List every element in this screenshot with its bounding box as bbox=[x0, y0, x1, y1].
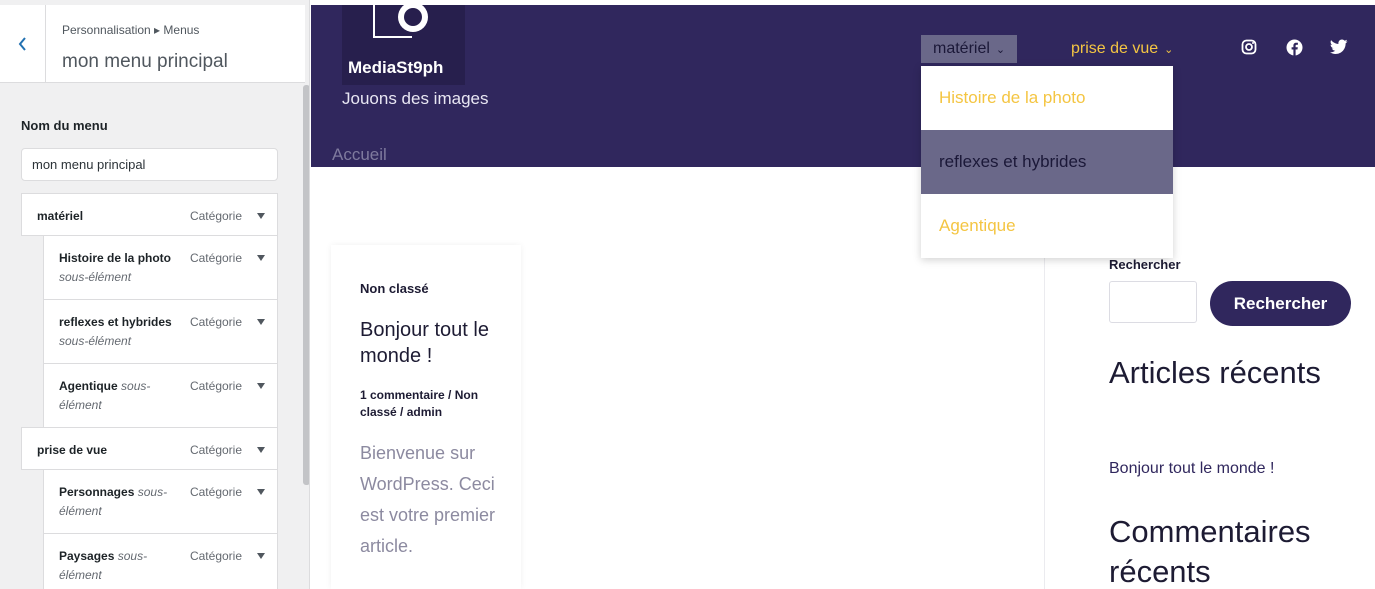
nav-item-materiel[interactable]: matériel ⌄ bbox=[921, 35, 1018, 63]
menu-item-title: Paysages bbox=[59, 549, 115, 563]
menu-item-title: matériel bbox=[37, 209, 84, 223]
submenu-item-reflexes[interactable]: reflexes et hybrides bbox=[921, 130, 1173, 194]
chevron-down-icon: ⌄ bbox=[1164, 43, 1174, 56]
caret-down-icon[interactable] bbox=[257, 319, 265, 325]
menu-item-title: prise de vue bbox=[37, 443, 108, 457]
menu-item-title: reflexes et hybrides bbox=[59, 315, 172, 329]
menu-item-title: Agentique bbox=[59, 379, 118, 393]
facebook-icon[interactable] bbox=[1286, 39, 1303, 56]
site-logo[interactable]: MediaSt9ph bbox=[342, 1, 465, 85]
menu-item-sub: sous-élément bbox=[59, 270, 132, 284]
search-input[interactable] bbox=[1109, 281, 1197, 323]
menu-item-histoire[interactable]: Histoire de la photo sous-élément Catégo… bbox=[43, 235, 278, 300]
menu-item-type: Catégorie bbox=[189, 379, 242, 393]
panel-title: mon menu principal bbox=[62, 51, 228, 72]
menu-item-type: Catégorie bbox=[189, 485, 242, 499]
camera-icon bbox=[373, 1, 428, 38]
menu-item-materiel[interactable]: matériel Catégorie bbox=[21, 193, 278, 236]
caret-down-icon[interactable] bbox=[257, 213, 265, 219]
menu-item-sub: sous-élément bbox=[59, 334, 132, 348]
site-header: MediaSt9ph Jouons des images Accueil mat… bbox=[311, 1, 1375, 167]
search-button[interactable]: Rechercher bbox=[1210, 281, 1351, 326]
site-tagline: Jouons des images bbox=[342, 89, 489, 108]
caret-down-icon[interactable] bbox=[257, 383, 265, 389]
menu-item-prise-de-vue[interactable]: prise de vue Catégorie bbox=[21, 427, 278, 470]
post-category[interactable]: Non classé bbox=[360, 281, 429, 296]
caret-down-icon[interactable] bbox=[257, 255, 265, 261]
post-title[interactable]: Bonjour tout le monde ! bbox=[360, 317, 510, 369]
menu-item-title: Histoire de la photo bbox=[59, 251, 172, 265]
sidebar-header: Personnalisation ▸ Menus mon menu princi… bbox=[0, 5, 305, 83]
instagram-icon[interactable] bbox=[1241, 39, 1257, 55]
caret-down-icon[interactable] bbox=[257, 489, 265, 495]
site-preview: MediaSt9ph Jouons des images Accueil mat… bbox=[311, 1, 1375, 589]
menu-item-type: Catégorie bbox=[189, 549, 242, 563]
recent-post-link[interactable]: Bonjour tout le monde ! bbox=[1109, 460, 1274, 478]
menu-item-personnages[interactable]: Personnages sous-élément Catégorie bbox=[43, 469, 278, 534]
caret-down-icon[interactable] bbox=[257, 447, 265, 453]
recent-comments-heading: Commentaires récents bbox=[1109, 514, 1311, 589]
chevron-left-icon bbox=[18, 37, 26, 51]
menu-item-paysages[interactable]: Paysages sous-élément Catégorie bbox=[43, 533, 278, 589]
nav-item-prise-de-vue[interactable]: prise de vue ⌄ bbox=[1071, 35, 1173, 63]
back-button[interactable] bbox=[0, 5, 46, 83]
post-meta: 1 commentaire / Non classé / admin bbox=[360, 388, 479, 419]
menu-item-type: Catégorie bbox=[189, 443, 242, 457]
submenu-dropdown: Histoire de la photo reflexes et hybride… bbox=[921, 66, 1173, 258]
site-title: MediaSt9ph bbox=[348, 58, 444, 77]
scrollbar[interactable] bbox=[303, 85, 309, 485]
twitter-icon[interactable] bbox=[1330, 39, 1348, 55]
submenu-item-agentique[interactable]: Agentique bbox=[921, 194, 1173, 258]
chevron-down-icon: ⌄ bbox=[995, 43, 1006, 56]
recent-posts-heading: Articles récents bbox=[1109, 355, 1321, 390]
search-label: Rechercher bbox=[1109, 257, 1181, 272]
customizer-sidebar: Personnalisation ▸ Menus mon menu princi… bbox=[0, 0, 310, 589]
menu-item-type: Catégorie bbox=[189, 209, 242, 223]
menu-item-type: Catégorie bbox=[189, 251, 242, 265]
menu-name-input[interactable] bbox=[21, 148, 278, 181]
nav-item-label: prise de vue bbox=[1071, 40, 1159, 57]
menu-item-reflexes[interactable]: reflexes et hybrides sous-élément Catégo… bbox=[43, 299, 278, 364]
breadcrumb: Personnalisation ▸ Menus bbox=[62, 23, 200, 37]
menu-item-type: Catégorie bbox=[189, 315, 242, 329]
menu-name-label: Nom du menu bbox=[21, 118, 108, 133]
menu-item-agentique[interactable]: Agentique sous-élément Catégorie bbox=[43, 363, 278, 428]
nav-home-link[interactable]: Accueil bbox=[332, 145, 387, 165]
nav-item-label: matériel bbox=[933, 40, 990, 57]
post-excerpt: Bienvenue sur WordPress. Ceci est votre … bbox=[360, 443, 496, 556]
post-card: Non classé Bonjour tout le monde ! 1 com… bbox=[331, 245, 521, 589]
submenu-item-histoire[interactable]: Histoire de la photo bbox=[921, 66, 1173, 130]
menu-item-title: Personnages bbox=[59, 485, 135, 499]
caret-down-icon[interactable] bbox=[257, 553, 265, 559]
